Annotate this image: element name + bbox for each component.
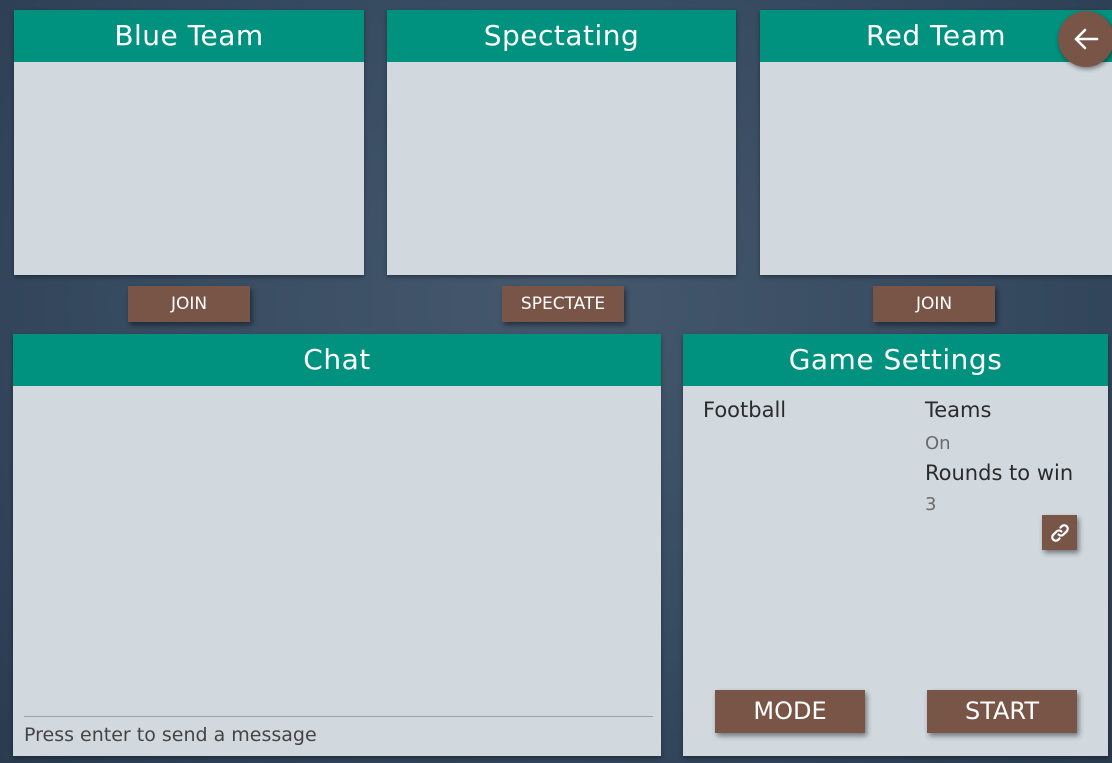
link-icon [1050,523,1069,542]
join-red-button[interactable]: JOIN [873,286,995,322]
blue-team-title: Blue Team [14,10,364,62]
game-settings-panel: Game Settings Football Teams On Rounds t… [683,334,1108,756]
start-button[interactable]: START [927,690,1077,733]
chat-panel: Chat [13,334,661,756]
spectating-title: Spectating [387,10,736,62]
setting-rounds-value: 3 [925,494,937,515]
chat-title: Chat [13,334,661,386]
game-settings-title: Game Settings [683,334,1108,386]
copy-link-button[interactable] [1042,515,1077,550]
blue-team-panel: Blue Team [14,10,364,275]
chat-input-divider [24,716,653,717]
spectating-panel: Spectating [387,10,736,275]
spectate-button[interactable]: SPECTATE [502,286,624,322]
arrow-left-icon [1074,28,1099,50]
join-blue-button[interactable]: JOIN [128,286,250,322]
setting-teams-value: On [925,433,951,454]
back-button[interactable] [1058,11,1112,67]
setting-rounds-label: Rounds to win [925,461,1074,485]
chat-input[interactable] [24,720,653,750]
mode-button[interactable]: MODE [715,690,865,733]
game-mode-name: Football [703,398,787,422]
setting-teams-label: Teams [925,398,992,422]
